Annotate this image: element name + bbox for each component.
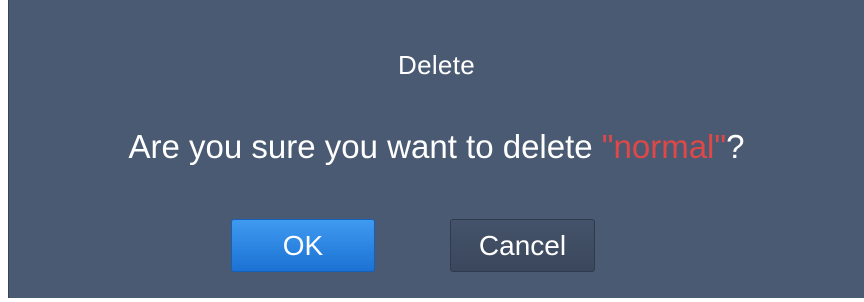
dialog-message: Are you sure you want to delete "normal"… (9, 128, 864, 166)
ok-button[interactable]: OK (231, 219, 375, 272)
delete-dialog: Delete Are you sure you want to delete "… (8, 0, 864, 298)
cancel-button[interactable]: Cancel (450, 219, 595, 272)
message-suffix: ? (726, 128, 745, 165)
dialog-title: Delete (398, 50, 475, 80)
message-prefix: Are you sure you want to delete (128, 128, 602, 165)
item-name: "normal" (601, 128, 727, 165)
